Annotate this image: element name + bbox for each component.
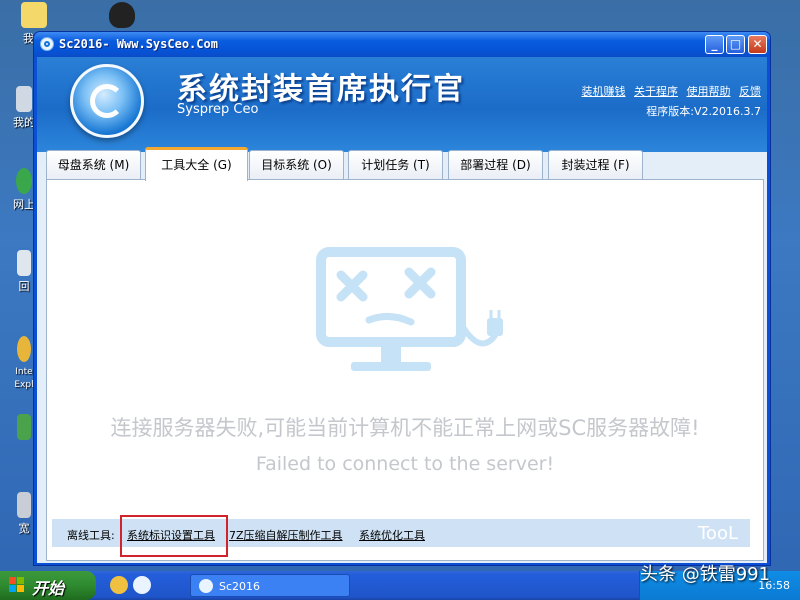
tool-7z-sfx-maker[interactable]: 7Z压缩自解压制作工具 bbox=[229, 527, 343, 543]
app-window: Sc2016- Www.SysCeo.Com _ □ ✕ 系统封装首席执行官 S… bbox=[33, 31, 771, 566]
window-title: Sc2016- Www.SysCeo.Com bbox=[59, 37, 218, 51]
internet-explorer-icon bbox=[17, 336, 31, 362]
error-message-cn: 连接服务器失败,可能当前计算机不能正常上网或SC服务器故障! bbox=[110, 416, 700, 440]
version-label: 程序版本:V2.2016.3.7 bbox=[646, 105, 761, 118]
window-client: 系统封装首席执行官 Sysprep Ceo 装机赚钱 关于程序 使用帮助 反馈 … bbox=[37, 57, 767, 563]
app-subtitle: Sysprep Ceo bbox=[177, 102, 259, 117]
task-label: Sc2016 bbox=[219, 580, 261, 593]
link-about[interactable]: 关于程序 bbox=[634, 85, 678, 98]
tab-scheduled-tasks[interactable]: 计划任务 (T) bbox=[348, 150, 443, 180]
tab-package-process[interactable]: 封装过程 (F) bbox=[548, 150, 643, 180]
tool-system-optimize[interactable]: 系统优化工具 bbox=[359, 527, 425, 543]
link-feedback[interactable]: 反馈 bbox=[739, 85, 761, 98]
start-label: 开始 bbox=[32, 579, 65, 598]
folder-icon bbox=[21, 2, 47, 28]
link-help[interactable]: 使用帮助 bbox=[687, 85, 731, 98]
tab-target-system[interactable]: 目标系统 (O) bbox=[249, 150, 344, 180]
header-links: 装机赚钱 关于程序 使用帮助 反馈 bbox=[577, 83, 762, 99]
start-button[interactable]: 开始 bbox=[0, 571, 96, 600]
highlight-box bbox=[120, 515, 228, 557]
broadband-icon bbox=[17, 492, 31, 518]
desktop-icon-qq[interactable] bbox=[102, 2, 142, 30]
network-icon bbox=[16, 168, 32, 194]
error-message-en: Failed to connect to the server! bbox=[255, 453, 555, 475]
qq-penguin-icon bbox=[109, 2, 135, 28]
disconnected-monitor-icon bbox=[316, 247, 503, 371]
app-logo-icon bbox=[70, 64, 144, 138]
app-quicklaunch-icon[interactable] bbox=[133, 576, 151, 594]
title-bar[interactable]: Sc2016- Www.SysCeo.Com _ □ ✕ bbox=[34, 32, 770, 57]
computer-icon bbox=[16, 86, 32, 112]
taskbar-app-button[interactable]: Sc2016 bbox=[190, 574, 350, 597]
link-earn-money[interactable]: 装机赚钱 bbox=[582, 85, 626, 98]
tool-badge: TooL bbox=[698, 523, 738, 544]
maximize-button[interactable]: □ bbox=[726, 35, 745, 54]
tab-panel: 连接服务器失败,可能当前计算机不能正常上网或SC服务器故障! Failed to… bbox=[46, 179, 764, 561]
recycle-bin-icon bbox=[17, 250, 31, 276]
ie-quicklaunch-icon[interactable] bbox=[110, 576, 128, 594]
minimize-button[interactable]: _ bbox=[705, 35, 724, 54]
offline-tools-label: 离线工具: bbox=[67, 529, 115, 542]
app-header: 系统封装首席执行官 Sysprep Ceo 装机赚钱 关于程序 使用帮助 反馈 … bbox=[37, 57, 767, 152]
tab-source-system[interactable]: 母盘系统 (M) bbox=[46, 150, 141, 180]
tab-deploy-process[interactable]: 部署过程 (D) bbox=[448, 150, 543, 180]
watermark: 头条 @铁雷991 bbox=[640, 564, 771, 585]
shortcut-icon bbox=[17, 414, 31, 440]
app-title-icon bbox=[40, 37, 54, 51]
windows-flag-icon bbox=[9, 577, 24, 592]
close-button[interactable]: ✕ bbox=[748, 35, 767, 54]
app-task-icon bbox=[199, 579, 213, 593]
tab-toolbox[interactable]: 工具大全 (G) bbox=[145, 147, 248, 181]
